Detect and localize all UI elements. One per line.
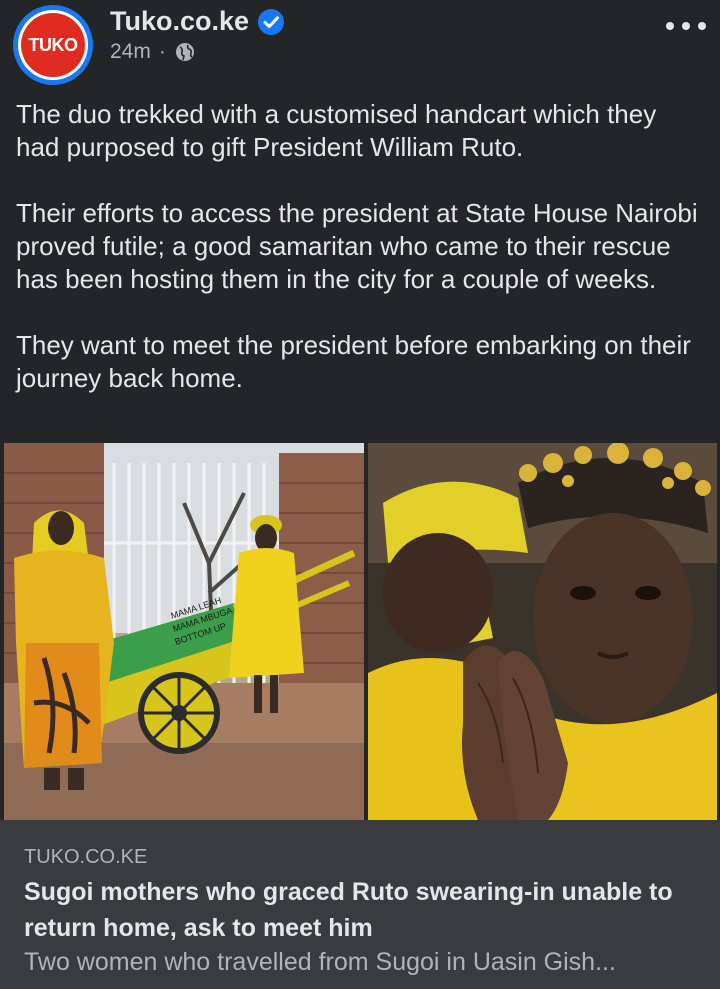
photo-collage[interactable]: MAMA LEAH MAMA MBUGA BOTTOM UP bbox=[0, 443, 720, 820]
post-paragraph: The duo trekked with a customised handca… bbox=[16, 99, 657, 162]
link-preview-card[interactable]: TUKO.CO.KE Sugoi mothers who graced Ruto… bbox=[0, 820, 720, 989]
post-message: The duo trekked with a customised handca… bbox=[16, 98, 706, 395]
link-domain: TUKO.CO.KE bbox=[24, 846, 148, 868]
post-time[interactable]: 24m bbox=[110, 40, 151, 64]
page-name: Tuko.co.ke bbox=[110, 6, 250, 36]
page-name-link[interactable]: Tuko.co.ke bbox=[110, 6, 285, 37]
verified-badge-icon bbox=[258, 8, 285, 35]
post-header: TUKO Tuko.co.ke 24m · bbox=[0, 0, 720, 92]
meta-separator: · bbox=[158, 40, 166, 63]
post-meta: 24m · bbox=[110, 40, 196, 64]
dot-icon bbox=[666, 22, 674, 30]
page-avatar[interactable]: TUKO bbox=[13, 5, 93, 85]
praying-photo-illustration bbox=[368, 443, 717, 820]
post-paragraph: They want to meet the president before e… bbox=[16, 330, 691, 393]
link-title[interactable]: Sugoi mothers who graced Ruto swearing-i… bbox=[24, 874, 704, 946]
more-options-button[interactable] bbox=[666, 14, 706, 38]
photo-women-praying[interactable] bbox=[368, 443, 717, 820]
globe-icon bbox=[175, 43, 194, 61]
dot-icon bbox=[682, 22, 690, 30]
tuko-logo: TUKO bbox=[21, 13, 85, 77]
handcart-photo-illustration: MAMA LEAH MAMA MBUGA BOTTOM UP bbox=[4, 443, 364, 820]
photo-women-with-handcart[interactable]: MAMA LEAH MAMA MBUGA BOTTOM UP bbox=[4, 443, 364, 820]
dot-icon bbox=[698, 22, 706, 30]
post-paragraph: Their efforts to access the president at… bbox=[16, 198, 698, 294]
link-description: Two women who travelled from Sugoi in Ua… bbox=[24, 948, 616, 976]
